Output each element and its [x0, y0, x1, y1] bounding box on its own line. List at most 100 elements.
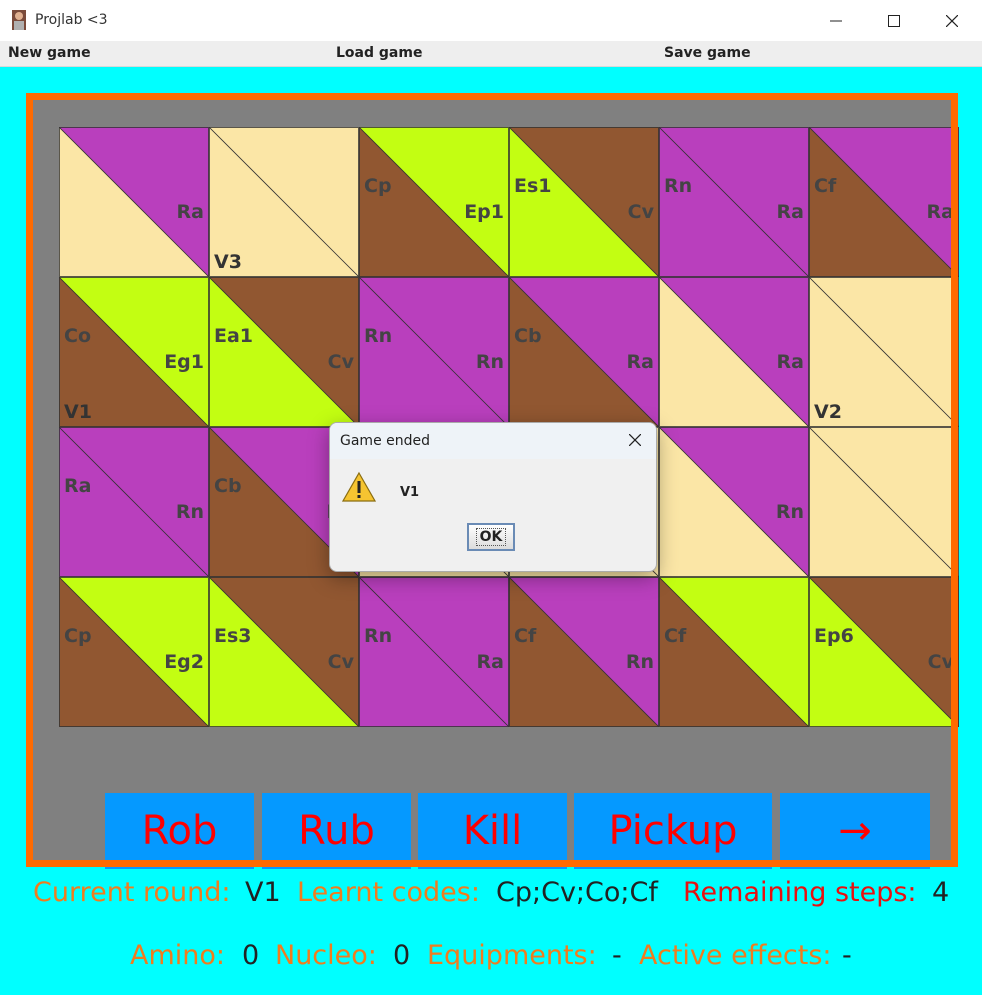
field-background	[809, 427, 959, 577]
pickup-button[interactable]: Pickup	[574, 793, 772, 869]
board-field[interactable]: Es3 Cv	[209, 577, 359, 727]
board-field[interactable]: Co Eg1 V1	[59, 277, 209, 427]
field-label-bottom: Ep1	[464, 201, 504, 223]
field-label-bottom: Cv	[327, 651, 354, 673]
dialog-close-button[interactable]	[624, 429, 646, 451]
board-field[interactable]: Cb Ra	[509, 277, 659, 427]
field-label-top: Rn	[364, 625, 393, 647]
board-field[interactable]: Rn Rn	[359, 277, 509, 427]
menu-load-game[interactable]: Load game	[336, 45, 422, 61]
dialog-title-bar[interactable]: Game ended	[330, 423, 656, 459]
board-field[interactable]: Ea1 Cv	[209, 277, 359, 427]
field-virologist-label: V3	[214, 251, 242, 273]
field-label-top: Co	[64, 325, 91, 347]
field-virologist-label: V1	[64, 401, 92, 423]
board-field[interactable]: V3	[209, 127, 359, 277]
field-label-top: Cb	[214, 475, 242, 497]
maximize-button[interactable]	[865, 4, 923, 38]
field-label-top: Rn	[664, 175, 693, 197]
field-label-bottom: Ra	[626, 351, 654, 373]
board-field[interactable]: Ep6 Cv	[809, 577, 959, 727]
board-field[interactable]: V2	[809, 277, 959, 427]
app-window: Projlab <3 New game Load game Save game …	[0, 0, 982, 1001]
amino-value: 0	[242, 940, 260, 971]
field-label-bottom: Rn	[775, 501, 804, 523]
next-turn-button[interactable]: →	[780, 793, 930, 869]
remaining-steps-value: 4	[932, 877, 950, 908]
field-label-top: Cf	[814, 175, 837, 197]
field-label-top: Ea1	[214, 325, 254, 347]
field-label-bottom: Cv	[927, 651, 954, 673]
field-label-top: Cp	[364, 175, 392, 197]
active-effects-label: Active effects:	[639, 940, 832, 971]
dialog-title: Game ended	[340, 433, 431, 449]
close-icon	[946, 15, 958, 27]
minimize-icon	[830, 20, 842, 22]
warning-icon	[342, 471, 376, 502]
field-label-bottom: Eg2	[164, 651, 204, 673]
nucleo-value: 0	[393, 940, 411, 971]
rub-button[interactable]: Rub	[262, 793, 411, 869]
board-field[interactable]: Cf Rn	[509, 577, 659, 727]
field-label-top: Cb	[514, 325, 542, 347]
board-field[interactable]: Ra	[659, 277, 809, 427]
field-label-top: Es3	[214, 625, 252, 647]
field-label-bottom: Rn	[175, 501, 204, 523]
current-round-label: Current round:	[33, 877, 231, 908]
maximize-icon	[888, 15, 900, 27]
close-icon	[629, 434, 641, 446]
equipments-label: Equipments:	[427, 940, 597, 971]
field-label-top: Rn	[364, 325, 393, 347]
board-field[interactable]: Cp Ep1	[359, 127, 509, 277]
field-label-bottom: Ra	[776, 201, 804, 223]
board-field[interactable]: Ra Rn	[59, 427, 209, 577]
rob-button[interactable]: Rob	[105, 793, 254, 869]
board-field[interactable]: Ra	[59, 127, 209, 277]
field-label-bottom: Ra	[776, 351, 804, 373]
amino-label: Amino:	[130, 940, 226, 971]
field-label-bottom: Eg1	[164, 351, 204, 373]
current-round-value: V1	[245, 877, 281, 908]
field-label-top: Cp	[64, 625, 92, 647]
action-bar: Rob Rub Kill Pickup →	[105, 793, 931, 869]
field-background	[659, 577, 809, 727]
close-button[interactable]	[923, 4, 981, 38]
menu-new-game[interactable]: New game	[8, 45, 91, 61]
kill-button[interactable]: Kill	[418, 793, 567, 869]
field-label-bottom: Cv	[627, 201, 654, 223]
menu-bar: New game Load game Save game	[0, 41, 982, 67]
field-label-bottom: Rn	[475, 351, 504, 373]
field-virologist-label: V2	[814, 401, 842, 423]
board-field[interactable]	[809, 427, 959, 577]
game-ended-dialog: Game ended V1 OK	[329, 422, 657, 572]
title-bar[interactable]: Projlab <3	[0, 0, 982, 41]
board-field[interactable]: Cf	[659, 577, 809, 727]
board-field[interactable]: Cf Ra	[809, 127, 959, 277]
board-field[interactable]: Rn Ra	[359, 577, 509, 727]
board-field[interactable]: Rn Ra	[659, 127, 809, 277]
field-label-bottom: Ra	[926, 201, 954, 223]
field-label-bottom: Cv	[327, 351, 354, 373]
nucleo-label: Nucleo:	[275, 940, 377, 971]
ok-button[interactable]: OK	[467, 523, 515, 551]
learnt-codes-label: Learnt codes:	[297, 877, 480, 908]
learnt-codes-value: Cp;Cv;Co;Cf	[496, 877, 658, 908]
field-label-top: Ra	[64, 475, 92, 497]
field-label-top: Cf	[664, 625, 687, 647]
ok-button-label: OK	[475, 528, 507, 546]
equipments-value: -	[612, 940, 622, 971]
board-field[interactable]: Rn	[659, 427, 809, 577]
menu-save-game[interactable]: Save game	[664, 45, 751, 61]
board-field[interactable]: Es1 Cv	[509, 127, 659, 277]
field-label-top: Cf	[514, 625, 537, 647]
app-icon	[12, 10, 26, 30]
minimize-button[interactable]	[807, 4, 865, 38]
board-field[interactable]: Cp Eg2	[59, 577, 209, 727]
field-label-top: Ep6	[814, 625, 854, 647]
field-label-bottom: Rn	[625, 651, 654, 673]
remaining-steps-label: Remaining steps:	[683, 877, 917, 908]
field-label-bottom: Ra	[176, 201, 204, 223]
dialog-message: V1	[400, 485, 420, 500]
active-effects-value: -	[842, 940, 852, 971]
window-title: Projlab <3	[35, 12, 108, 28]
